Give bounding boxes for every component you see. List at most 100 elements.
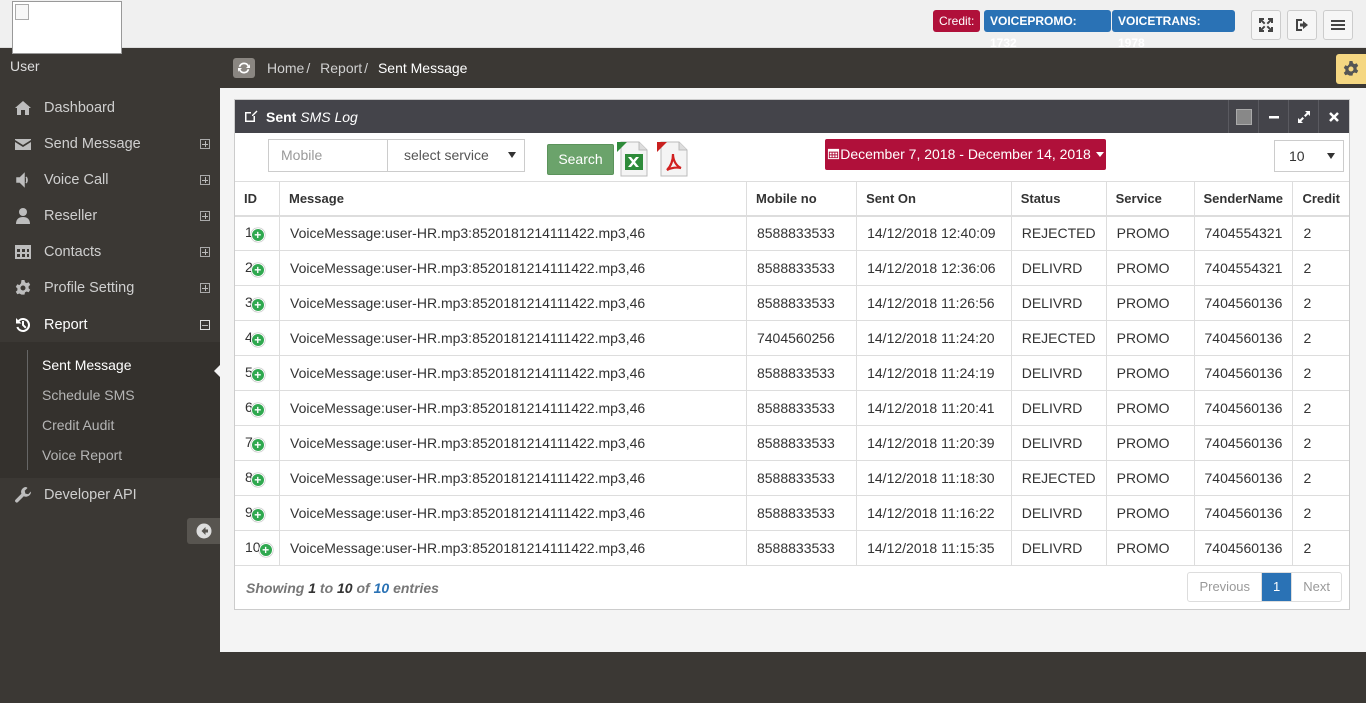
sidebar-item-contacts[interactable]: Contacts [0, 234, 220, 270]
breadcrumb-bar: Home / Report / Sent Message [220, 48, 1366, 88]
sent-sms-log-panel: Sent SMS Log Mobile select service Searc… [234, 99, 1350, 610]
column-header-service[interactable]: Service [1106, 181, 1195, 217]
cell-sender-name: 7404560136 [1194, 460, 1294, 496]
expand-row-icon[interactable]: + [250, 333, 265, 347]
wrench-icon [13, 485, 33, 505]
expand-icon[interactable] [200, 139, 210, 149]
cell-sender-name: 7404554321 [1194, 215, 1294, 251]
logo-image [12, 1, 122, 54]
table-header-row: ID Message Mobile no Sent On Status Serv… [235, 181, 1349, 217]
column-header-message[interactable]: Message [279, 181, 747, 217]
fullscreen-button[interactable] [1251, 10, 1281, 40]
cell-credit: 2 [1292, 390, 1349, 426]
pdf-export-icon[interactable] [655, 140, 691, 178]
cell-id: 6+ [235, 390, 280, 426]
cell-credit: 2 [1292, 250, 1349, 286]
user-icon [13, 206, 33, 226]
sidebar-item-report[interactable]: Report [0, 307, 220, 343]
sidebar-collapse-button[interactable] [187, 518, 220, 544]
sidebar-item-developer-api[interactable]: Developer API [0, 477, 220, 513]
close-button[interactable] [1318, 100, 1348, 133]
cell-service: PROMO [1106, 530, 1195, 566]
expand-icon[interactable] [200, 175, 210, 185]
home-icon [13, 98, 33, 118]
panel-header: Sent SMS Log [235, 100, 1349, 133]
search-button[interactable]: Search [547, 144, 614, 175]
sidebar-item-label: Profile Setting [44, 280, 135, 296]
cell-service: PROMO [1106, 285, 1195, 321]
column-header-mobile[interactable]: Mobile no [746, 181, 858, 217]
column-header-sent-on[interactable]: Sent On [856, 181, 1012, 217]
cell-sender-name: 7404554321 [1194, 250, 1294, 286]
cell-id: 5+ [235, 355, 280, 391]
cell-id: 4+ [235, 320, 280, 356]
sidebar-item-profile-setting[interactable]: Profile Setting [0, 270, 220, 306]
minimize-button[interactable] [1258, 100, 1288, 133]
mobile-input[interactable]: Mobile [268, 139, 388, 172]
pagination: Previous 1 Next [1187, 572, 1342, 602]
expand-icon[interactable] [200, 283, 210, 293]
next-page-button[interactable]: Next [1291, 573, 1341, 601]
expand-row-icon[interactable]: + [250, 263, 265, 277]
cell-sent-on: 14/12/2018 11:24:19 [856, 355, 1012, 391]
expand-row-icon[interactable]: + [250, 473, 265, 487]
excel-export-icon[interactable] [615, 140, 651, 178]
settings-button[interactable] [1336, 54, 1366, 84]
page-size-select[interactable]: 10 [1274, 140, 1344, 172]
submenu-voice-report[interactable]: Voice Report [42, 447, 122, 463]
breadcrumb-home[interactable]: Home [267, 60, 304, 76]
previous-page-button[interactable]: Previous [1188, 573, 1261, 601]
column-header-status[interactable]: Status [1011, 181, 1107, 217]
submenu-schedule-sms[interactable]: Schedule SMS [42, 387, 135, 403]
expand-row-icon[interactable]: + [250, 228, 265, 243]
maximize-button[interactable] [1288, 100, 1318, 133]
expand-row-icon[interactable]: + [250, 438, 265, 452]
cell-sent-on: 14/12/2018 11:26:56 [856, 285, 1012, 321]
date-range-button[interactable]: December 7, 2018 - December 14, 2018 [825, 139, 1106, 170]
cell-sent-on: 14/12/2018 11:20:39 [856, 425, 1012, 461]
cell-id: 2+ [235, 250, 280, 286]
column-header-credit[interactable]: Credit [1292, 181, 1349, 217]
sidebar-item-reseller[interactable]: Reseller [0, 198, 220, 234]
cell-sender-name: 7404560136 [1194, 390, 1294, 426]
expand-row-icon[interactable]: + [250, 508, 265, 522]
sidebar-item-send-message[interactable]: Send Message [0, 126, 220, 162]
volume-icon [13, 170, 33, 190]
cell-service: PROMO [1106, 320, 1195, 356]
cell-status: DELIVRD [1011, 425, 1107, 461]
cell-mobile: 8588833533 [746, 285, 858, 321]
expand-icon[interactable] [200, 211, 210, 221]
expand-row-icon[interactable]: + [250, 368, 265, 382]
cell-service: PROMO [1106, 215, 1195, 251]
collapse-icon[interactable] [200, 320, 210, 330]
cell-id: 7+ [235, 425, 280, 461]
column-header-sender-name[interactable]: SenderName [1194, 181, 1294, 217]
sidebar-item-voice-call[interactable]: Voice Call [0, 162, 220, 198]
color-picker-button[interactable] [1228, 100, 1258, 133]
page-1-button[interactable]: 1 [1261, 573, 1292, 601]
hamburger-icon [1331, 20, 1345, 30]
expand-icon[interactable] [200, 247, 210, 257]
table-row: 1+ VoiceMessage:user-HR.mp3:8520181214111… [235, 215, 1349, 251]
column-header-id[interactable]: ID [235, 181, 280, 217]
gear-icon [13, 278, 33, 298]
expand-row-icon[interactable]: + [258, 543, 273, 557]
submenu-sent-message[interactable]: Sent Message [42, 357, 132, 373]
refresh-button[interactable] [233, 58, 255, 78]
expand-row-icon[interactable]: + [250, 403, 265, 417]
submenu-credit-audit[interactable]: Credit Audit [42, 417, 114, 433]
sidebar-item-label: Reseller [44, 208, 98, 224]
cell-mobile: 8588833533 [746, 495, 858, 531]
expand-row-icon[interactable]: + [250, 298, 265, 312]
main-content: Sent SMS Log Mobile select service Searc… [220, 88, 1366, 652]
service-select[interactable]: select service [387, 139, 525, 172]
cell-message: VoiceMessage:user-HR.mp3:852018121411142… [279, 215, 747, 251]
sidebar-item-dashboard[interactable]: Dashboard [0, 90, 220, 126]
envelope-icon [13, 134, 33, 154]
arrow-left-circle-icon [196, 523, 211, 539]
breadcrumb-report[interactable]: Report [320, 60, 362, 76]
menu-button[interactable] [1323, 10, 1353, 40]
cell-credit: 2 [1292, 460, 1349, 496]
breadcrumb-current: Sent Message [377, 60, 468, 76]
logout-button[interactable] [1287, 10, 1317, 40]
